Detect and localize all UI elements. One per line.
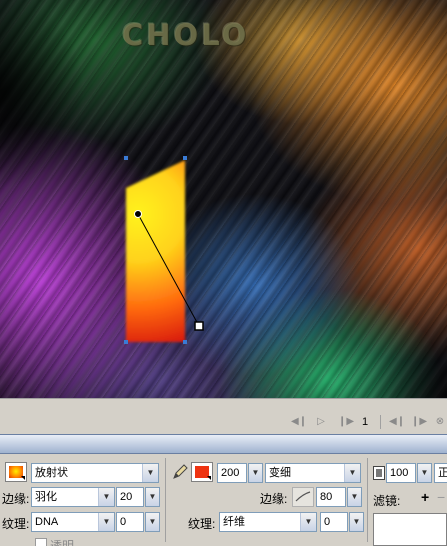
opacity-dropdown-icon[interactable]: ▼ [417,463,432,483]
panel-divider [367,458,368,542]
fill-edge-select[interactable]: 羽化 ▼ [31,487,115,507]
chevron-down-icon: ▼ [98,488,114,506]
fill-color-dropdown-icon [21,476,25,480]
filter-label: 滤镜: [373,494,401,508]
fill-texture-label: 纹理: [2,517,30,531]
timeline-separator [380,415,381,429]
fill-edge-value: 羽化 [35,491,57,503]
stroke-width-dropdown-icon[interactable]: ▼ [248,463,263,483]
chevron-down-icon: ▼ [344,464,360,482]
fill-texture-value: DNA [35,516,59,528]
stroke-texture-value: 纤维 [223,516,245,528]
fill-type-value: 放射状 [35,467,68,479]
previous-frame-icon[interactable]: ◀❙ [389,415,405,429]
fill-edge-size-dropdown-icon[interactable]: ▼ [145,487,160,507]
fill-texture-amount-input[interactable]: 0 [116,512,144,532]
fill-texture-amount-value: 0 [120,516,127,528]
stroke-edge-value: 80 [320,491,333,503]
stroke-texture-label: 纹理: [188,517,216,531]
filter-list[interactable] [373,513,447,546]
current-frame-number: 1 [362,416,369,428]
selected-shape-layer[interactable] [0,0,447,398]
fill-color-swatch[interactable] [5,462,27,482]
fill-edge-label: 边缘: [2,492,30,506]
fill-texture-amount-dropdown-icon[interactable]: ▼ [145,512,160,532]
stroke-edge-dropdown-icon[interactable]: ▼ [347,487,362,507]
last-frame-icon[interactable]: ❙▶ [338,415,354,429]
stop-icon[interactable]: ⊗ [433,415,447,429]
transparent-checkbox[interactable] [35,538,47,546]
first-frame-icon[interactable]: ◀❙ [291,415,307,429]
remove-filter-button[interactable]: − [437,489,445,505]
document-canvas[interactable]: CHOLO [0,0,447,398]
selected-shape[interactable] [126,160,185,342]
fill-texture-select[interactable]: DNA ▼ [31,512,115,532]
stroke-color-swatch[interactable] [191,462,213,482]
stroke-texture-amount-input[interactable]: 0 [320,512,348,532]
selection-handle-bottom-right[interactable] [183,340,187,344]
fill-edge-size-input[interactable]: 20 [116,487,144,507]
blend-mode-value: 正 [438,467,447,479]
next-frame-icon[interactable]: ❙▶ [411,415,427,429]
properties-panel: 放射状 ▼ 边缘: 羽化 ▼ 20 ▼ 纹理: DNA ▼ 0 ▼ 透明 200… [0,454,447,546]
blend-mode-select[interactable]: 正 [434,463,447,483]
opacity-icon [373,466,385,480]
fill-type-select[interactable]: 放射状 ▼ [31,463,159,483]
stroke-width-value: 200 [221,467,240,479]
stroke-type-value: 变细 [269,467,291,479]
stroke-texture-amount-dropdown-icon[interactable]: ▼ [349,512,364,532]
chevron-down-icon: ▼ [300,513,316,531]
properties-panel-header[interactable] [0,434,447,454]
playback-bar: ◀❙ ▷ ❙▶ 1 ◀❙ ❙▶ ⊗ [0,398,447,434]
opacity-value: 100 [390,467,409,479]
play-icon[interactable]: ▷ [314,415,328,429]
stroke-texture-amount-value: 0 [324,516,331,528]
selection-handle-bottom-left[interactable] [124,340,128,344]
edge-stroke-icon [292,487,314,507]
add-filter-button[interactable]: + [421,489,429,505]
chevron-down-icon: ▼ [98,513,114,531]
fill-edge-size-value: 20 [120,491,133,503]
gradient-start-handle[interactable] [134,210,142,218]
stroke-width-input[interactable]: 200 [217,463,247,483]
stroke-color-dropdown-icon [207,476,211,480]
stroke-type-select[interactable]: 变细 ▼ [265,463,361,483]
selection-handle-top-right[interactable] [183,156,187,160]
stroke-texture-select[interactable]: 纤维 ▼ [219,512,317,532]
transparent-label: 透明 [50,539,75,546]
selection-handle-top-left[interactable] [124,156,128,160]
stroke-edge-input[interactable]: 80 [316,487,346,507]
chevron-down-icon: ▼ [142,464,158,482]
panel-divider [165,458,166,542]
opacity-input[interactable]: 100 [386,463,416,483]
gradient-end-handle[interactable] [194,321,204,331]
pencil-icon [172,464,188,480]
stroke-edge-label: 边缘: [260,492,288,506]
